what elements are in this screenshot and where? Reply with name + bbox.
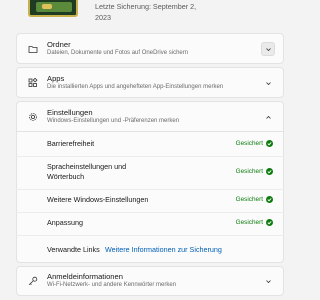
apps-description: Die installierten Apps und angehefteten … <box>47 84 224 90</box>
status-text: Gesichert <box>235 219 263 226</box>
settings-collapse-button[interactable] <box>261 110 275 124</box>
settings-item-row: Barrierefreiheit Gesichert <box>16 132 284 156</box>
status-badge: Gesichert <box>236 140 273 147</box>
related-links-row: Verwandte Links Weitere Informationen zu… <box>16 236 284 263</box>
settings-item-row: Anpassung Gesichert <box>16 213 284 235</box>
check-circle-icon <box>266 196 273 203</box>
status-text: Gesichert <box>235 168 263 175</box>
check-circle-icon <box>266 168 273 175</box>
folders-card[interactable]: Ordner Dateien, Dokumente und Fotos auf … <box>16 33 284 64</box>
device-thumbnail <box>28 0 78 17</box>
folder-icon <box>28 46 38 53</box>
settings-item-label: Barrierefreiheit <box>47 139 95 148</box>
credentials-expand-button[interactable] <box>261 274 275 288</box>
chevron-down-icon <box>265 81 271 85</box>
settings-item-label: Spracheinstellungen und Wörterbuch <box>47 162 127 181</box>
settings-item-row: Spracheinstellungen und Wörterbuch Gesic… <box>16 157 284 189</box>
related-links-label: Verwandte Links <box>47 245 100 254</box>
settings-item-label: Weitere Windows-Einstellungen <box>47 195 149 204</box>
settings-card[interactable]: Einstellungen Windows-Einstellungen und … <box>16 101 284 132</box>
check-circle-icon <box>266 140 273 147</box>
last-backup-text: Letzte Sicherung: September 2, 2023 <box>95 2 197 22</box>
folders-title: Ordner <box>47 40 71 49</box>
chevron-down-icon <box>265 279 271 283</box>
key-icon <box>28 276 38 286</box>
status-badge: Gesichert <box>236 196 273 203</box>
folders-expand-button[interactable] <box>261 42 275 56</box>
folders-description: Dateien, Dokumente und Fotos auf OneDriv… <box>47 50 189 56</box>
settings-title: Einstellungen <box>47 108 93 117</box>
backup-info-link[interactable]: Weitere Informationen zur Sicherung <box>105 245 222 255</box>
chevron-down-icon <box>265 47 271 51</box>
check-circle-icon <box>266 219 273 226</box>
apps-expand-button[interactable] <box>261 76 275 90</box>
gear-icon <box>29 113 37 121</box>
chevron-up-icon <box>265 115 271 119</box>
status-badge: Gesichert <box>236 168 273 175</box>
apps-icon <box>28 78 38 87</box>
settings-item-label: Anpassung <box>47 218 83 227</box>
apps-card[interactable]: Apps Die installierten Apps und angeheft… <box>16 67 284 98</box>
settings-description: Windows-Einstellungen und -Präferenzen m… <box>47 118 180 124</box>
apps-title: Apps <box>47 74 65 83</box>
status-text: Gesichert <box>235 196 263 203</box>
settings-item-row: Weitere Windows-Einstellungen Gesichert <box>16 190 284 212</box>
status-badge: Gesichert <box>236 219 273 226</box>
backup-header: Letzte Sicherung: September 2, 2023 <box>0 0 300 30</box>
credentials-card[interactable]: Anmeldeinformationen Wi-Fi-Netzwerk- und… <box>16 266 284 296</box>
status-text: Gesichert <box>235 140 263 147</box>
credentials-description: Wi-Fi-Netzwerk- und andere Kennwörter me… <box>47 282 177 288</box>
credentials-title: Anmeldeinformationen <box>47 272 123 281</box>
thumbnail-detail <box>42 4 52 9</box>
